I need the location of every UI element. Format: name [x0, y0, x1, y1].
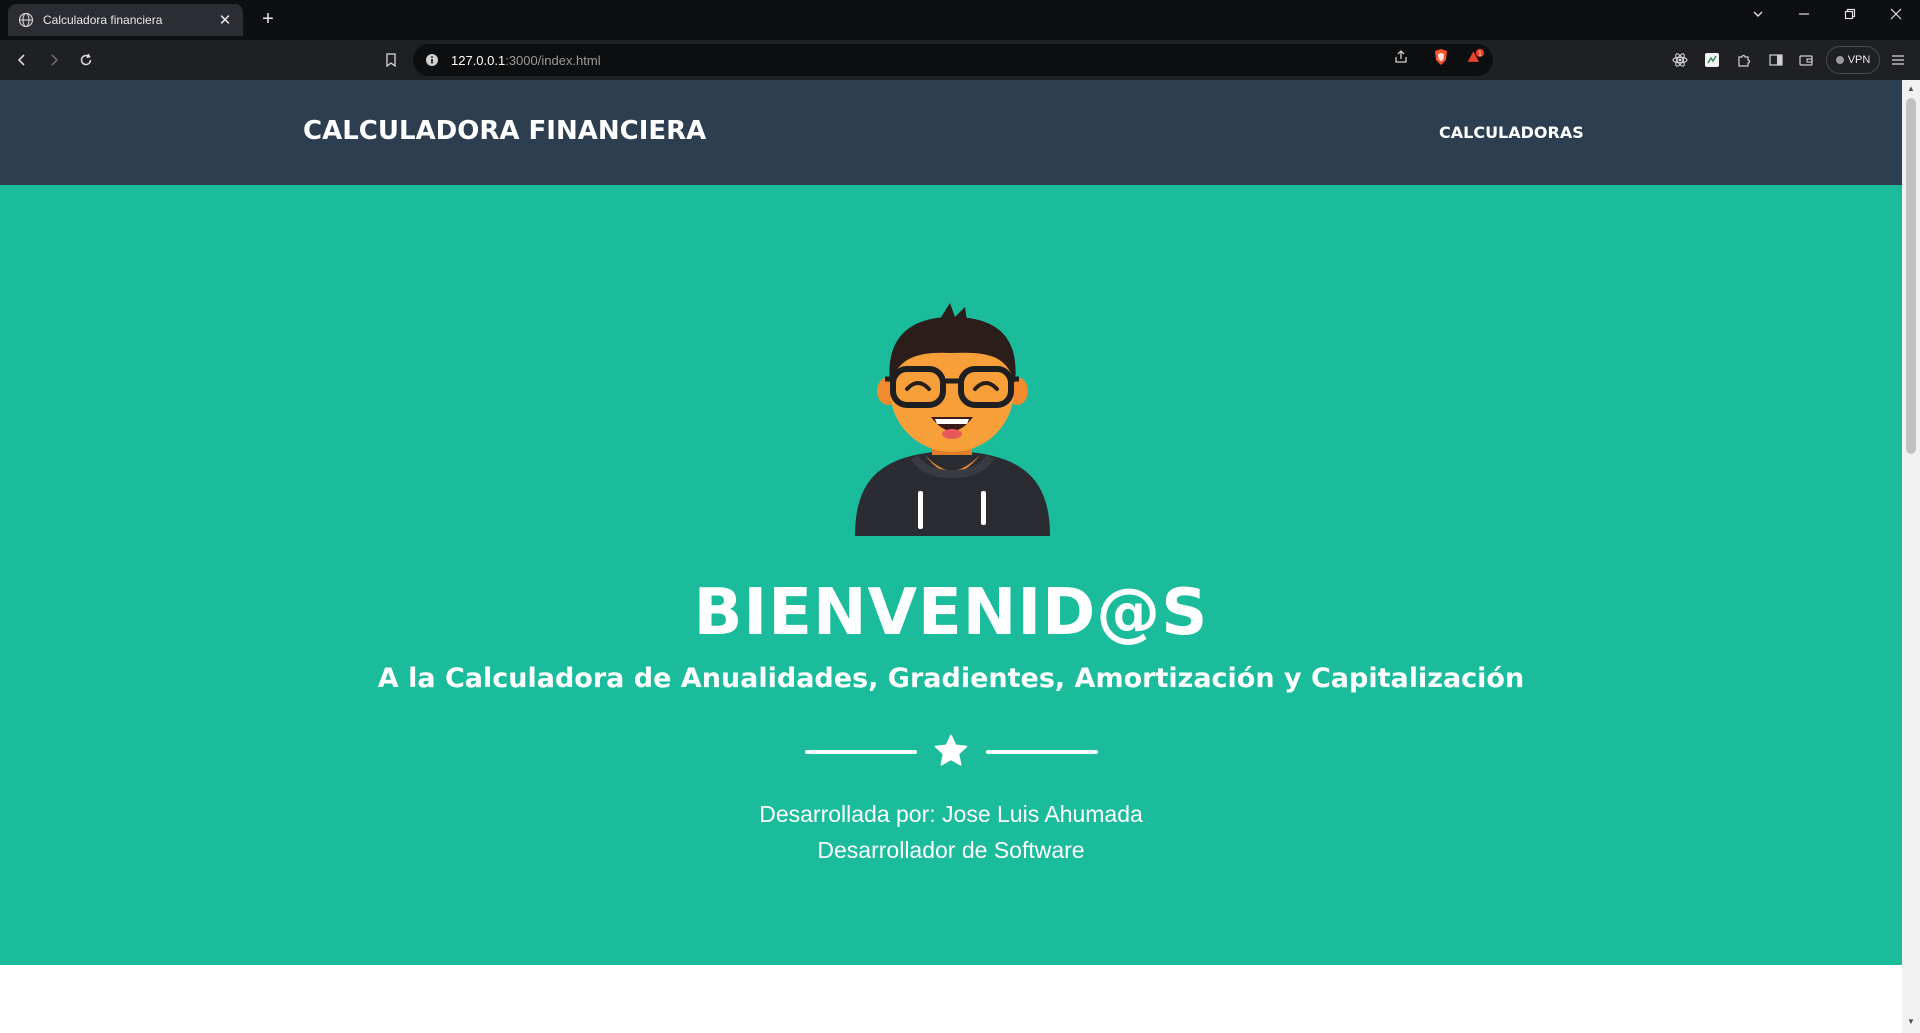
url-host: 127.0.0.1	[451, 52, 506, 68]
divider-line-left	[805, 750, 917, 754]
browser-tab[interactable]: Calculadora financiera ✕	[8, 4, 243, 36]
page-section-below	[0, 965, 1902, 1033]
star-divider	[805, 731, 1098, 771]
info-icon[interactable]	[425, 53, 439, 67]
scroll-up-icon[interactable]: ▲	[1906, 84, 1916, 94]
url-path: :3000/index.html	[505, 52, 601, 68]
restore-icon[interactable]	[1827, 0, 1873, 28]
divider-line-right	[986, 750, 1098, 754]
tab-search-icon[interactable]	[1735, 0, 1781, 28]
window-close-icon[interactable]	[1873, 0, 1919, 28]
share-icon[interactable]	[1392, 48, 1410, 66]
page-heading: BIENVENID@S	[693, 576, 1209, 650]
site-navbar: CALCULADORA FINANCIERA CALCULADORAS	[0, 80, 1902, 185]
close-icon[interactable]: ✕	[217, 12, 233, 29]
brave-rewards-icon[interactable]: 1	[1466, 48, 1484, 66]
address-bar[interactable]: 127.0.0.1:3000/index.html	[413, 44, 1493, 76]
wallet-icon[interactable]	[1796, 50, 1816, 70]
back-icon[interactable]	[10, 48, 34, 72]
bookmark-icon[interactable]	[379, 48, 403, 72]
browser-tab-bar: Calculadora financiera ✕ +	[0, 0, 1920, 40]
scroll-thumb[interactable]	[1906, 98, 1916, 454]
credit-author: Desarrollada por: Jose Luis Ahumada	[759, 801, 1143, 827]
browser-toolbar: 127.0.0.1:3000/index.html 1 VPN	[0, 40, 1920, 80]
minimize-icon[interactable]	[1781, 0, 1827, 28]
forward-icon[interactable]	[42, 48, 66, 72]
scroll-down-icon[interactable]: ▼	[1906, 1017, 1916, 1027]
credit-role: Desarrollador de Software	[817, 837, 1085, 863]
vpn-button[interactable]: VPN	[1826, 46, 1880, 74]
brave-shield-icon[interactable]	[1432, 48, 1450, 66]
avatar	[855, 303, 1050, 536]
sidebar-icon[interactable]	[1766, 50, 1786, 70]
site-brand[interactable]: CALCULADORA FINANCIERA	[303, 116, 706, 146]
page-scrollbar[interactable]: ▲ ▼	[1902, 80, 1920, 1033]
puzzle-icon[interactable]	[1734, 50, 1754, 70]
extension-icon[interactable]	[1702, 50, 1722, 70]
nav-link-calculadoras[interactable]: CALCULADORAS	[1439, 123, 1584, 142]
star-icon	[934, 734, 968, 766]
reload-icon[interactable]	[74, 48, 98, 72]
plus-icon[interactable]: +	[256, 8, 280, 32]
globe-icon	[18, 12, 34, 28]
vpn-label: VPN	[1847, 54, 1871, 66]
masthead: BIENVENID@S A la Calculadora de Anualida…	[0, 185, 1902, 965]
menu-icon[interactable]	[1888, 50, 1908, 70]
rewards-badge: 1	[1478, 51, 1482, 57]
tab-title: Calculadora financiera	[43, 13, 163, 27]
page-subheading: A la Calculadora de Anualidades, Gradien…	[377, 663, 1525, 694]
vpn-status-icon	[1835, 56, 1844, 64]
react-devtools-icon[interactable]	[1670, 50, 1690, 70]
